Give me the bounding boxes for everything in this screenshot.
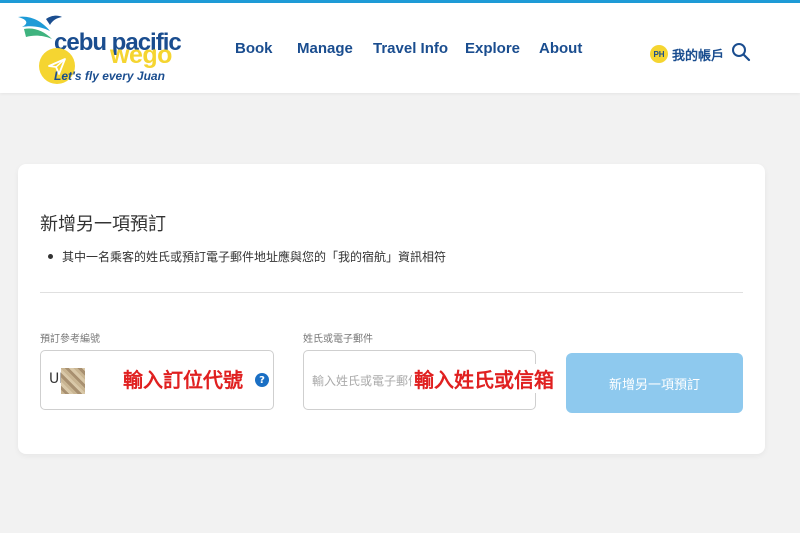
name-email-overlay: 輸入姓氏或信箱 (412, 364, 554, 393)
brand-tagline: Let's fly every Juan (54, 69, 165, 83)
card-note: 其中一名乘客的姓氏或預訂電子郵件地址應與您的「我的宿航」資訊相符 (48, 248, 446, 265)
name-email-placeholder: 輸入姓氏或電子郵件 (312, 374, 421, 388)
booking-ref-input[interactable]: UI 輸入訂位代號 ? (40, 350, 274, 410)
booking-ref-overlay: 輸入訂位代號 (123, 368, 243, 392)
help-icon[interactable]: ? (255, 373, 269, 387)
search-icon[interactable] (730, 41, 752, 63)
nav-manage[interactable]: Manage (297, 40, 353, 57)
name-email-input[interactable]: 輸入姓氏或電子郵件 輸入姓氏或信箱 (303, 350, 554, 410)
name-email-label: 姓氏或電子郵件 (303, 334, 373, 345)
partner-name: wego (110, 41, 172, 69)
account-menu[interactable]: PH 我的帳戶 (650, 41, 724, 67)
site-header: cebu pacific wego Let's fly every Juan B… (0, 3, 800, 93)
note-text: 其中一名乘客的姓氏或預訂電子郵件地址應與您的「我的宿航」資訊相符 (62, 250, 447, 264)
country-badge: PH (650, 45, 668, 63)
account-label: 我的帳戶 (672, 48, 725, 64)
brand-logo[interactable]: cebu pacific wego Let's fly every Juan (14, 11, 184, 91)
nav-travel-info[interactable]: Travel Info (373, 40, 448, 57)
add-booking-button[interactable]: 新增另一項預訂 (566, 353, 743, 413)
nav-book[interactable]: Book (235, 40, 273, 57)
nav-explore[interactable]: Explore (465, 40, 520, 57)
divider (40, 292, 743, 293)
bullet-icon (48, 254, 53, 259)
redacted-code (61, 368, 85, 394)
nav-about[interactable]: About (539, 40, 582, 57)
add-booking-card: 新增另一項預訂 其中一名乘客的姓氏或預訂電子郵件地址應與您的「我的宿航」資訊相符… (18, 164, 765, 454)
card-title: 新增另一項預訂 (40, 214, 166, 235)
booking-ref-label: 預訂參考編號 (40, 334, 100, 345)
